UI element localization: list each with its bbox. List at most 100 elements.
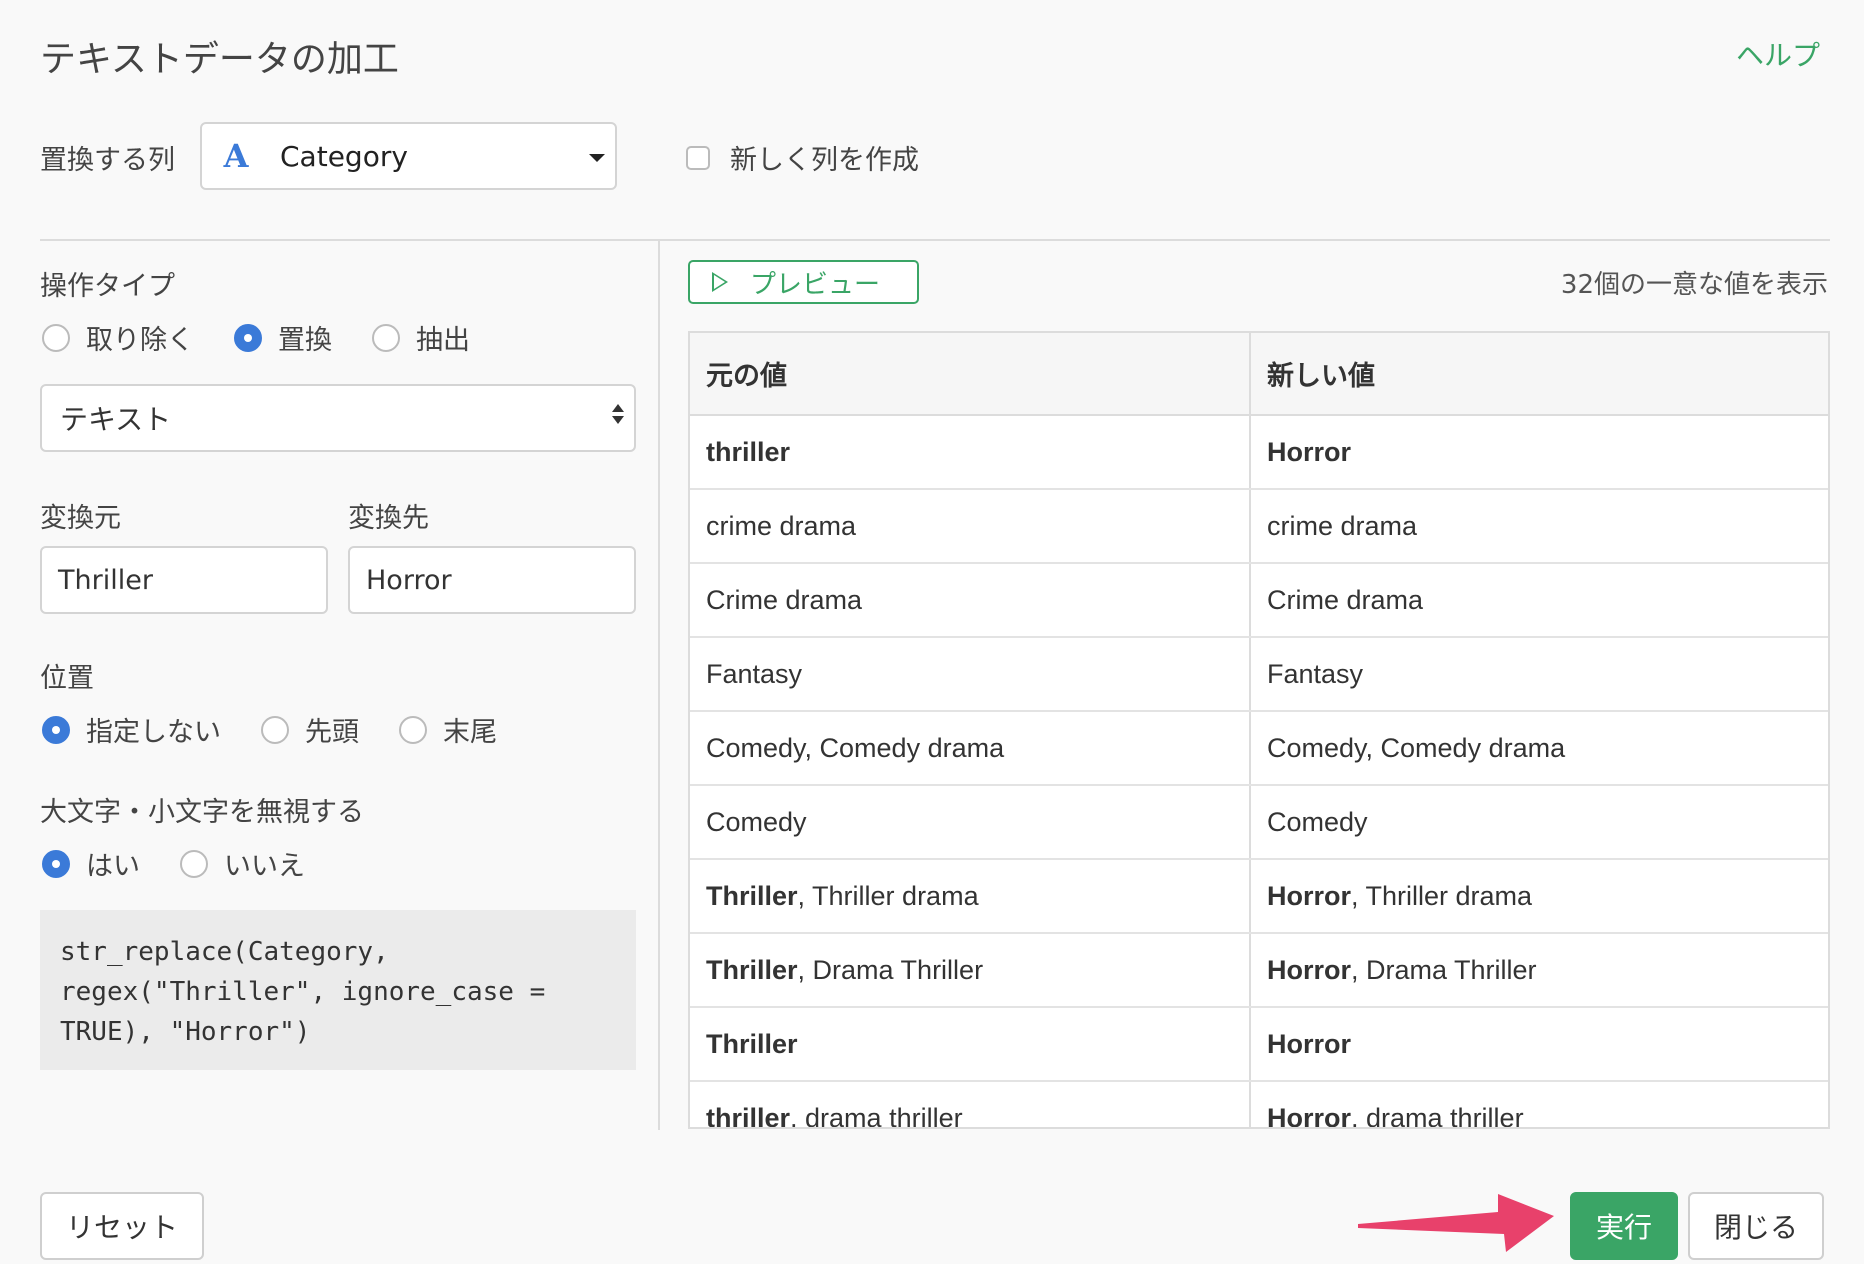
- cell-text: Comedy, Comedy drama: [1267, 732, 1566, 763]
- radio-button[interactable]: [372, 323, 400, 352]
- play-icon: [712, 272, 728, 292]
- updown-icon: [612, 404, 624, 424]
- match-text: Horror: [1267, 880, 1352, 911]
- new-value-cell: crime drama: [1250, 489, 1828, 564]
- generated-code: str_replace(Category, regex("Thriller", …: [40, 910, 636, 1070]
- replace-to-label: 変換先: [348, 503, 429, 534]
- radio-position-start[interactable]: 先頭: [261, 710, 359, 749]
- cell-text: crime drama: [1267, 510, 1418, 541]
- header-divider: [40, 239, 1830, 241]
- radio-button[interactable]: [42, 323, 70, 352]
- replace-from-label: 変換元: [40, 503, 121, 534]
- cell-text: Fantasy: [1267, 658, 1364, 689]
- radio-ignore-case-yes[interactable]: はい: [42, 844, 140, 883]
- preview-button-label: プレビュー: [750, 269, 881, 300]
- radio-ignore-case-no[interactable]: いいえ: [180, 844, 305, 883]
- original-value-cell: Comedy: [690, 785, 1251, 860]
- close-button[interactable]: 閉じる: [1688, 1192, 1824, 1260]
- preview-table[interactable]: 元の値 新しい値 thriller Horror crime drama crime …: [688, 331, 1830, 1129]
- position-label: 位置: [40, 663, 94, 694]
- original-value-cell: crime drama: [690, 489, 1251, 564]
- new-value-cell: Comedy: [1250, 785, 1828, 860]
- replace-from-input[interactable]: Thriller: [40, 546, 328, 614]
- radio-button[interactable]: [42, 715, 70, 744]
- radio-button[interactable]: [234, 323, 262, 352]
- cell-text: Fantasy: [706, 658, 803, 689]
- radio-button[interactable]: [399, 715, 427, 744]
- original-value-cell: Fantasy: [690, 637, 1251, 712]
- radio-position-end[interactable]: 末尾: [399, 710, 497, 749]
- radio-remove[interactable]: 取り除く: [42, 318, 194, 357]
- cell-text: , Drama Thriller: [1351, 954, 1537, 985]
- new-column-option[interactable]: 新しく列を作成: [686, 138, 919, 177]
- match-text: Thriller: [706, 880, 798, 911]
- target-column-select[interactable]: A Category: [200, 122, 617, 190]
- operation-type-radios: 取り除く 置換 抽出: [42, 318, 510, 357]
- table-row: Thriller, Thriller drama Horror, Thriller…: [690, 859, 1828, 934]
- arrow-annotation: [1358, 1194, 1554, 1252]
- new-value-cell: Horror, Thriller drama: [1250, 859, 1828, 934]
- help-link[interactable]: ヘルプ: [1736, 34, 1820, 74]
- radio-position-any[interactable]: 指定しない: [42, 710, 221, 749]
- ignore-case-label: 大文字・小文字を無視する: [40, 797, 364, 828]
- original-value-cell: Thriller, Thriller drama: [690, 859, 1251, 934]
- reset-button[interactable]: リセット: [40, 1192, 204, 1260]
- table-row: Thriller Horror: [690, 1007, 1828, 1082]
- chevron-down-icon: [589, 154, 605, 162]
- new-value-cell: Comedy, Comedy drama: [1250, 711, 1828, 786]
- original-value-cell: thriller: [690, 415, 1251, 490]
- match-text: Horror: [1267, 1028, 1352, 1059]
- table-header-row: 元の値 新しい値: [690, 333, 1828, 416]
- table-row: Thriller, Drama Thriller Horror, Drama Th…: [690, 933, 1828, 1008]
- new-column-label: 新しく列を作成: [730, 145, 919, 176]
- match-text: Thriller: [706, 1028, 798, 1059]
- original-value-cell: Comedy, Comedy drama: [690, 711, 1251, 786]
- cell-text: Comedy: [1267, 806, 1368, 837]
- match-text: thriller: [706, 436, 791, 467]
- new-column-checkbox[interactable]: [686, 145, 710, 170]
- table-row: thriller Horror: [690, 415, 1828, 490]
- new-value-cell: Horror, drama thriller: [1250, 1081, 1828, 1129]
- match-text: thriller: [706, 1102, 791, 1129]
- preview-button[interactable]: プレビュー: [688, 260, 919, 304]
- run-button[interactable]: 実行: [1570, 1192, 1678, 1260]
- match-type-select[interactable]: テキスト: [40, 384, 636, 452]
- cell-text: Crime drama: [706, 584, 863, 615]
- cell-text: crime drama: [706, 510, 857, 541]
- header-original-value: 元の値: [690, 333, 1251, 416]
- header-new-value: 新しい値: [1250, 333, 1828, 416]
- new-value-cell: Fantasy: [1250, 637, 1828, 712]
- radio-button[interactable]: [42, 849, 70, 878]
- unique-count-text: 32個の一意な値を表示: [1560, 270, 1828, 300]
- cell-text: , Thriller drama: [797, 880, 979, 911]
- radio-replace[interactable]: 置換: [234, 318, 332, 357]
- match-text: Horror: [1267, 1102, 1352, 1129]
- target-column-value: Category: [280, 139, 408, 173]
- original-value-cell: Thriller, Drama Thriller: [690, 933, 1251, 1008]
- table-row: Comedy, Comedy drama Comedy, Comedy drama: [690, 711, 1828, 786]
- cell-text: , Thriller drama: [1351, 880, 1533, 911]
- match-text: Horror: [1267, 954, 1352, 985]
- new-value-cell: Horror: [1250, 415, 1828, 490]
- character-type-icon: A: [223, 137, 249, 175]
- radio-button[interactable]: [261, 715, 289, 744]
- table-row: thriller, drama thriller Horror, drama th…: [690, 1081, 1828, 1129]
- cell-text: Comedy: [706, 806, 807, 837]
- target-column-label: 置換する列: [40, 145, 175, 176]
- new-value-cell: Crime drama: [1250, 563, 1828, 638]
- operation-type-label: 操作タイプ: [40, 271, 175, 302]
- cell-text: Comedy, Comedy drama: [706, 732, 1005, 763]
- original-value-cell: Crime drama: [690, 563, 1251, 638]
- radio-button[interactable]: [180, 849, 208, 878]
- cell-text: , Drama Thriller: [797, 954, 984, 985]
- panel-divider: [658, 241, 660, 1130]
- table-row: Crime drama Crime drama: [690, 563, 1828, 638]
- replace-to-input[interactable]: Horror: [348, 546, 636, 614]
- match-text: Horror: [1267, 436, 1352, 467]
- new-value-cell: Horror, Drama Thriller: [1250, 933, 1828, 1008]
- match-type-value: テキスト: [60, 403, 172, 436]
- new-value-cell: Horror: [1250, 1007, 1828, 1082]
- table-row: crime drama crime drama: [690, 489, 1828, 564]
- radio-extract[interactable]: 抽出: [372, 318, 470, 357]
- cell-text: , drama thriller: [790, 1102, 963, 1129]
